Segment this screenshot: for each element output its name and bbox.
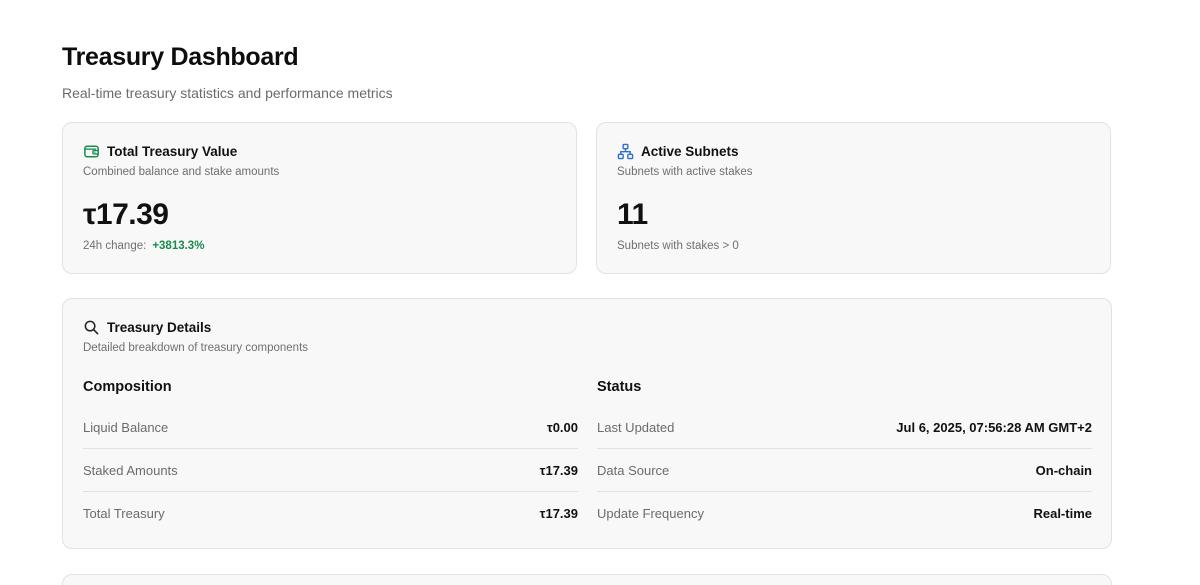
composition-row-liquid-balance: Liquid Balance τ0.00 [83,406,578,449]
total-treasury-change: 24h change: +3813.3% [83,239,204,253]
status-row-update-frequency: Update Frequency Real-time [597,492,1092,535]
page-title: Treasury Dashboard [62,43,299,71]
composition-heading: Composition [83,379,172,395]
change-value: +3813.3% [152,240,205,252]
row-label: Last Updated [597,419,675,435]
status-row-last-updated: Last Updated Jul 6, 2025, 07:56:28 AM GM… [597,406,1092,449]
treasury-dashboard-page: Treasury Dashboard Real-time treasury st… [0,0,1200,585]
row-value: τ0.00 [546,419,578,435]
search-icon [83,319,100,336]
total-treasury-description: Combined balance and stake amounts [83,166,280,178]
wallet-icon [83,143,100,160]
total-treasury-value: τ17.39 [83,198,169,231]
row-value: Real-time [1033,506,1092,521]
active-subnets-title: Active Subnets [641,143,739,159]
status-row-data-source: Data Source On-chain [597,449,1092,492]
row-value: τ17.39 [539,462,578,478]
row-label: Liquid Balance [83,419,169,435]
row-label: Data Source [597,462,670,478]
row-value: τ17.39 [539,506,578,521]
treasury-details-title: Treasury Details [107,319,212,335]
row-label: Total Treasury [83,506,165,521]
total-treasury-title: Total Treasury Value [107,143,238,159]
status-heading: Status [597,379,642,395]
row-value: Jul 6, 2025, 07:56:28 AM GMT+2 [896,419,1092,435]
row-label: Staked Amounts [83,462,178,478]
composition-row-staked-amounts: Staked Amounts τ17.39 [83,449,578,492]
next-card [62,574,1112,585]
row-value: On-chain [1035,462,1092,478]
row-label: Update Frequency [597,506,704,521]
composition-list: Liquid Balance τ0.00 Staked Amounts τ17.… [83,406,578,535]
change-label: 24h change: [83,240,147,252]
composition-row-total-treasury: Total Treasury τ17.39 [83,492,578,535]
total-treasury-card-header: Total Treasury Value [83,143,237,160]
active-subnets-card: Active Subnets Subnets with active stake… [596,122,1111,274]
status-list: Last Updated Jul 6, 2025, 07:56:28 AM GM… [597,406,1092,535]
page-subtitle: Real-time treasury statistics and perfor… [62,85,393,101]
page-header: Treasury Dashboard Real-time treasury st… [62,42,393,102]
active-subnets-card-header: Active Subnets [617,143,739,160]
treasury-details-card: Treasury Details Detailed breakdown of t… [62,298,1112,549]
active-subnets-value: 11 [617,198,648,231]
treasury-details-description: Detailed breakdown of treasury component… [83,342,309,354]
network-icon [617,143,634,160]
total-treasury-card: Total Treasury Value Combined balance an… [62,122,577,274]
treasury-details-header: Treasury Details [83,319,211,336]
active-subnets-description: Subnets with active stakes [617,166,753,178]
active-subnets-footnote: Subnets with stakes > 0 [617,240,739,252]
